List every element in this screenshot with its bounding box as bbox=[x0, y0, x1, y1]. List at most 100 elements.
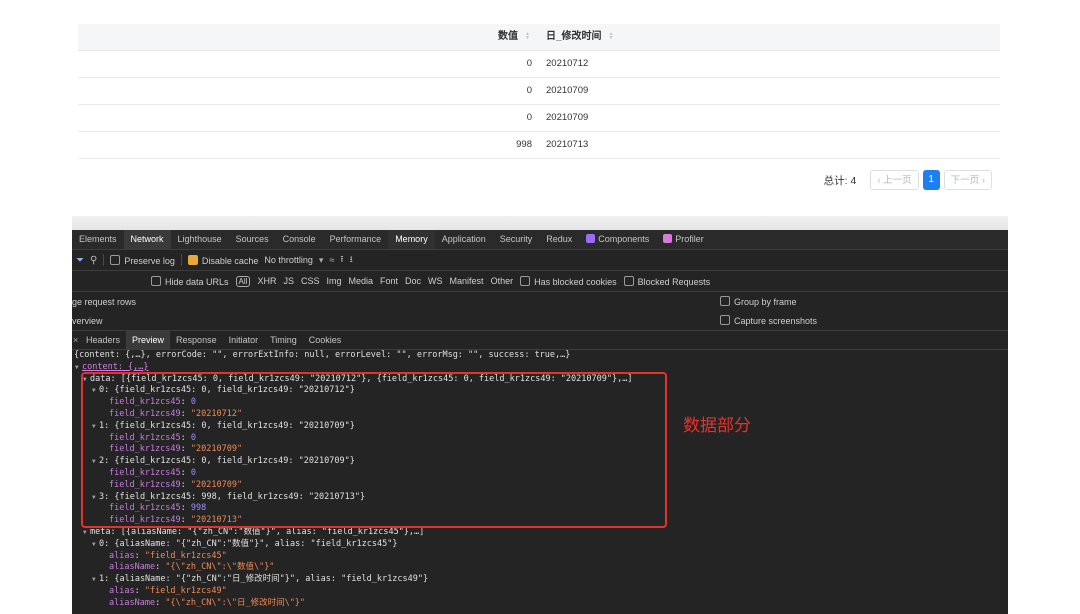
filter-input[interactable] bbox=[76, 274, 144, 288]
filter-img[interactable]: Img bbox=[326, 276, 341, 286]
chevron-left-icon: ‹ bbox=[877, 175, 881, 186]
close-icon[interactable]: × bbox=[73, 335, 78, 345]
blocked-requests-checkbox[interactable]: Blocked Requests bbox=[623, 275, 710, 287]
expand-triangle-icon[interactable]: ▼ bbox=[92, 539, 99, 551]
capture-screenshots-checkbox[interactable]: Capture screenshots bbox=[720, 315, 817, 326]
sort-icon[interactable]: ▲ ▼ bbox=[609, 32, 616, 41]
tab-lighthouse[interactable]: Lighthouse bbox=[171, 230, 229, 249]
tab-timing[interactable]: Timing bbox=[264, 331, 303, 349]
table-row: 0 20210709 bbox=[78, 78, 1000, 105]
wifi-icon[interactable]: ≈ bbox=[329, 255, 334, 265]
large-request-rows-option[interactable]: ge request rows bbox=[72, 297, 136, 307]
tab-memory[interactable]: Memory bbox=[388, 230, 435, 249]
tab-network[interactable]: Network bbox=[123, 230, 171, 249]
filter-manifest[interactable]: Manifest bbox=[450, 276, 484, 286]
checkbox-icon bbox=[623, 275, 634, 286]
tab-headers[interactable]: Headers bbox=[80, 331, 126, 349]
expand-triangle-icon[interactable]: ▼ bbox=[75, 362, 82, 374]
settings-row: ge request rows Group by frame bbox=[72, 292, 1008, 311]
filter-js[interactable]: JS bbox=[283, 276, 294, 286]
has-blocked-cookies-checkbox[interactable]: Has blocked cookies bbox=[520, 275, 617, 287]
tree-line[interactable]: ▼ meta: [{aliasName: "{"zh_CN":"数值"}", al… bbox=[72, 527, 1008, 539]
checkbox-icon bbox=[520, 275, 531, 286]
react-icon bbox=[586, 234, 596, 243]
table-header: 数值 ▲ ▼ 日_修改时间 ▲ ▼ bbox=[78, 24, 1000, 51]
sort-icon[interactable]: ▲ ▼ bbox=[525, 32, 532, 41]
request-detail-tabs: × Headers Preview Response Initiator Tim… bbox=[72, 331, 1008, 350]
dropdown-arrow-icon[interactable]: ▾ bbox=[319, 255, 324, 266]
settings-row: verview Capture screenshots bbox=[72, 311, 1008, 331]
filter-bar: Hide data URLs All XHR JS CSS Img Media … bbox=[72, 271, 1008, 292]
disable-cache-checkbox[interactable]: Disable cache bbox=[187, 254, 258, 266]
pagination: 总计: 4 ‹ 上一页 1 下一页 › bbox=[824, 170, 992, 190]
expand-triangle-icon[interactable]: ▼ bbox=[83, 527, 90, 539]
data-table: 数值 ▲ ▼ 日_修改时间 ▲ ▼ 0 20210712 0 20210709 0 20… bbox=[78, 24, 1000, 159]
tab-preview[interactable]: Preview bbox=[126, 331, 171, 349]
throttling-select[interactable]: No throttling bbox=[264, 255, 313, 265]
filter-font[interactable]: Font bbox=[380, 276, 398, 286]
tab-console[interactable]: Console bbox=[276, 230, 323, 249]
upload-icon[interactable]: ⭱ bbox=[340, 252, 343, 268]
divider bbox=[103, 254, 105, 266]
download-icon[interactable]: ⭳ bbox=[350, 252, 353, 268]
cell-date: 20210712 bbox=[546, 58, 589, 69]
cell-value: 998 bbox=[516, 139, 532, 150]
tree-line: aliasName: "{\"zh_CN\":\"数值\"}" bbox=[109, 562, 275, 573]
devtools-tabs: Elements Network Lighthouse Sources Cons… bbox=[72, 230, 1008, 250]
tab-sources[interactable]: Sources bbox=[229, 230, 276, 249]
tree-line[interactable]: {content: {,…}, errorCode: "", errorExtI… bbox=[72, 350, 1008, 362]
react-icon bbox=[663, 234, 673, 243]
tree-line[interactable]: ▼ 0: {aliasName: "{"zh_CN":"数值"}", alias:… bbox=[72, 539, 1008, 551]
column-header-value[interactable]: 数值 ▲ ▼ bbox=[498, 24, 532, 50]
expand-triangle-icon[interactable]: ▼ bbox=[92, 574, 99, 586]
hide-data-urls-checkbox[interactable]: Hide data URLs bbox=[151, 275, 229, 287]
checkbox-checked-icon bbox=[187, 254, 198, 265]
tab-redux[interactable]: Redux bbox=[539, 230, 579, 249]
page-number-current[interactable]: 1 bbox=[922, 170, 940, 190]
tab-elements[interactable]: Elements bbox=[72, 230, 124, 249]
filter-css[interactable]: CSS bbox=[301, 276, 320, 286]
cell-value: 0 bbox=[526, 58, 532, 69]
filter-doc[interactable]: Doc bbox=[405, 276, 421, 286]
search-icon[interactable]: ⚲ bbox=[90, 255, 97, 266]
tab-profiler[interactable]: Profiler bbox=[656, 230, 711, 249]
web-app-panel: 数值 ▲ ▼ 日_修改时间 ▲ ▼ 0 20210712 0 20210709 0 20… bbox=[72, 0, 1008, 216]
annotation-label: 数据部分 bbox=[683, 416, 751, 436]
filter-media[interactable]: Media bbox=[349, 276, 374, 286]
total-count: 总计: 4 bbox=[823, 174, 857, 187]
next-page-button[interactable]: 下一页 › bbox=[943, 170, 992, 190]
filter-xhr[interactable]: XHR bbox=[257, 276, 276, 286]
tree-line: aliasName: "{\"zh_CN\":\"日_修改时间\"}" bbox=[109, 597, 306, 608]
network-toolbar: ⏷ ⚲ Preserve log Disable cache No thrott… bbox=[72, 250, 1008, 271]
checkbox-icon bbox=[151, 275, 161, 286]
tab-cookies[interactable]: Cookies bbox=[303, 331, 348, 349]
tab-components[interactable]: Components bbox=[579, 230, 656, 249]
cell-value: 0 bbox=[526, 112, 532, 123]
tab-application[interactable]: Application bbox=[435, 230, 493, 249]
cell-date: 20210713 bbox=[546, 139, 589, 150]
tree-line[interactable]: ▼ 1: {aliasName: "{"zh_CN":"日_修改时间"}", al… bbox=[72, 574, 1008, 586]
table-row: 0 20210709 bbox=[78, 105, 1000, 132]
tab-response[interactable]: Response bbox=[170, 331, 223, 349]
cell-value: 0 bbox=[526, 85, 532, 96]
cell-date: 20210709 bbox=[546, 85, 589, 96]
checkbox-icon bbox=[720, 296, 730, 306]
filter-other[interactable]: Other bbox=[491, 276, 514, 286]
divider bbox=[72, 216, 1008, 230]
filter-ws[interactable]: WS bbox=[428, 276, 443, 286]
preserve-log-checkbox[interactable]: Preserve log bbox=[110, 254, 175, 266]
table-row: 0 20210712 bbox=[78, 51, 1000, 78]
column-header-date[interactable]: 日_修改时间 ▲ ▼ bbox=[546, 24, 616, 50]
show-overview-option[interactable]: verview bbox=[72, 316, 103, 326]
filter-all-button[interactable]: All bbox=[235, 275, 251, 287]
group-by-frame-checkbox[interactable]: Group by frame bbox=[720, 296, 797, 307]
tab-initiator[interactable]: Initiator bbox=[223, 331, 265, 349]
checkbox-icon bbox=[720, 315, 730, 325]
prev-page-button[interactable]: ‹ 上一页 bbox=[870, 170, 919, 190]
divider bbox=[180, 254, 182, 266]
tab-performance[interactable]: Performance bbox=[323, 230, 389, 249]
checkbox-icon bbox=[110, 254, 121, 265]
tree-line: alias: "field_kr1zcs49" bbox=[109, 585, 227, 596]
tab-security[interactable]: Security bbox=[493, 230, 540, 249]
filter-icon[interactable]: ⏷ bbox=[76, 255, 84, 266]
